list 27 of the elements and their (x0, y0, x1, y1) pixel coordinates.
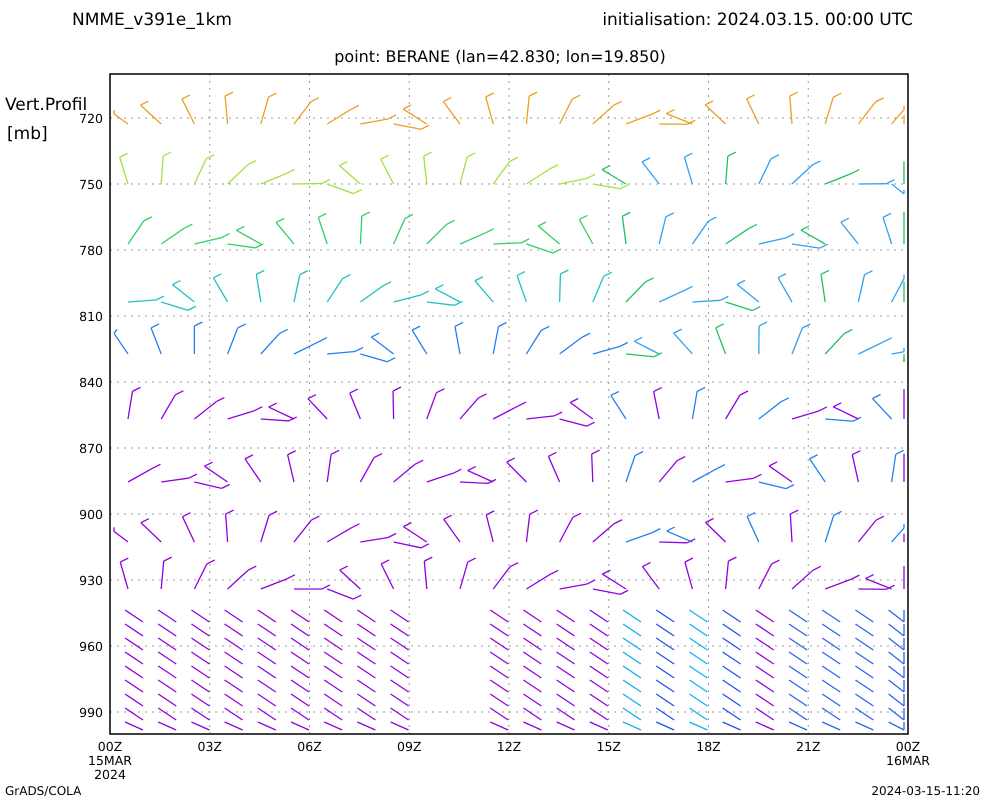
x-tick-label: 00Z (896, 739, 920, 754)
x-tick-label: 18Z (696, 739, 721, 754)
x-tick-label: 06Z (297, 739, 322, 754)
x-tick-date: 15MAR (88, 753, 132, 768)
y-tick-label: 840 (79, 375, 103, 390)
x-tick-label: 21Z (796, 739, 820, 754)
y-tick-label: 810 (79, 309, 103, 324)
y-tick-label: 750 (79, 177, 103, 192)
x-tick-date: 16MAR (886, 753, 930, 768)
y-tick-label: 990 (79, 705, 103, 720)
y-axis-unit: [mb] (7, 124, 48, 144)
x-tick-label: 03Z (198, 739, 222, 754)
y-tick-label: 900 (79, 507, 103, 522)
x-tick-label: 00Z (98, 739, 122, 754)
y-tick-label: 960 (79, 639, 103, 654)
footer-timestamp: 2024-03-15-11:20 (871, 784, 980, 798)
x-tick-year: 2024 (94, 767, 126, 782)
point-title: point: BERANE (lan=42.830; lon=19.850) (334, 47, 666, 66)
y-tick-label: 930 (79, 573, 103, 588)
initialisation-time: initialisation: 2024.03.15. 00:00 UTC (602, 10, 913, 30)
y-tick-label: 870 (79, 441, 103, 456)
x-tick-label: 12Z (496, 739, 522, 754)
x-tick-label: 09Z (397, 739, 422, 754)
x-tick-label: 15Z (596, 739, 621, 754)
footer-credit: GrADS/COLA (5, 784, 82, 798)
y-tick-label: 780 (79, 243, 103, 258)
model-title: NMME_v391e_1km (72, 10, 232, 30)
